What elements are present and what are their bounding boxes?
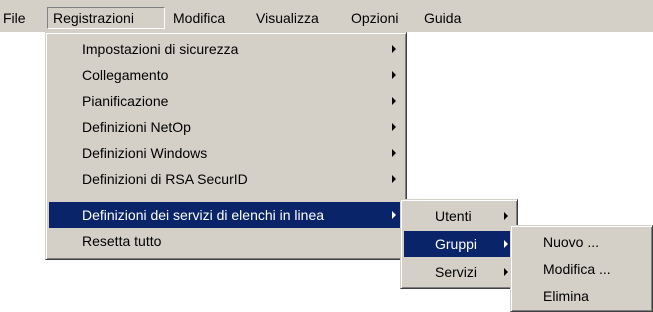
menu-item-impostazioni-sicurezza[interactable]: Impostazioni di sicurezza — [49, 36, 403, 62]
menu-item-definizioni-windows[interactable]: Definizioni Windows — [49, 140, 403, 166]
menu-item-definizioni-netop[interactable]: Definizioni NetOp — [49, 114, 403, 140]
submenu-arrow-icon — [504, 240, 508, 248]
submenu-item-nuovo[interactable]: Nuovo ... — [514, 229, 650, 255]
menu-item-label: Pianificazione — [82, 93, 169, 109]
menu-item-label: Gruppi — [435, 236, 478, 252]
menu-modifica[interactable]: Modifica — [173, 7, 225, 29]
submenu-item-gruppi[interactable]: Gruppi — [404, 231, 514, 257]
menu-item-label: Collegamento — [82, 67, 169, 83]
submenu-arrow-icon — [392, 149, 396, 157]
menu-item-label: Nuovo ... — [543, 234, 600, 250]
menu-item-label: Definizioni dei servizi di elenchi in li… — [82, 207, 325, 223]
menu-file[interactable]: File — [3, 7, 26, 29]
menu-visualizza[interactable]: Visualizza — [256, 7, 319, 29]
menu-item-pianificazione[interactable]: Pianificazione — [49, 88, 403, 114]
submenu-arrow-icon — [392, 123, 396, 131]
submenu-arrow-icon — [504, 212, 508, 220]
submenu-arrow-icon — [392, 71, 396, 79]
submenu-item-elimina[interactable]: Elimina — [514, 283, 650, 309]
menu-item-label: Utenti — [435, 208, 472, 224]
menu-registrazioni[interactable]: Registrazioni — [47, 7, 165, 29]
menu-item-label: Definizioni di RSA SecurID — [82, 171, 248, 187]
menu-item-label: Impostazioni di sicurezza — [82, 41, 239, 57]
submenu-arrow-icon — [392, 211, 396, 219]
submenu-arrow-icon — [392, 97, 396, 105]
menu-item-label: Definizioni Windows — [82, 145, 208, 161]
menu-item-label: Elimina — [543, 288, 589, 304]
submenu-arrow-icon — [392, 45, 396, 53]
menu-item-definizioni-servizi-elenchi[interactable]: Definizioni dei servizi di elenchi in li… — [49, 202, 403, 228]
menu-item-label: Modifica ... — [543, 261, 611, 277]
submenu-item-utenti[interactable]: Utenti — [404, 203, 514, 229]
submenu-item-modifica[interactable]: Modifica ... — [514, 256, 650, 282]
menu-item-resetta-tutto[interactable]: Resetta tutto — [49, 228, 403, 254]
menu-item-collegamento[interactable]: Collegamento — [49, 62, 403, 88]
menu-bar: File Registrazioni Modifica Visualizza O… — [0, 0, 653, 32]
menu-guida[interactable]: Guida — [424, 7, 461, 29]
menu-item-label: Servizi — [435, 264, 478, 280]
registrazioni-dropdown: Impostazioni di sicurezza Collegamento P… — [45, 32, 407, 260]
menu-item-definizioni-rsa-securid[interactable]: Definizioni di RSA SecurID — [49, 166, 403, 192]
menu-item-label: Resetta tutto — [82, 233, 162, 249]
submenu-arrow-icon — [392, 175, 396, 183]
submenu-arrow-icon — [504, 268, 508, 276]
submenu-item-servizi[interactable]: Servizi — [404, 259, 514, 285]
gruppi-submenu: Nuovo ... Modifica ... Elimina — [510, 225, 653, 312]
directory-services-submenu: Utenti Gruppi Servizi — [400, 199, 518, 289]
menu-opzioni[interactable]: Opzioni — [351, 7, 398, 29]
menu-item-label: Definizioni NetOp — [82, 119, 191, 135]
